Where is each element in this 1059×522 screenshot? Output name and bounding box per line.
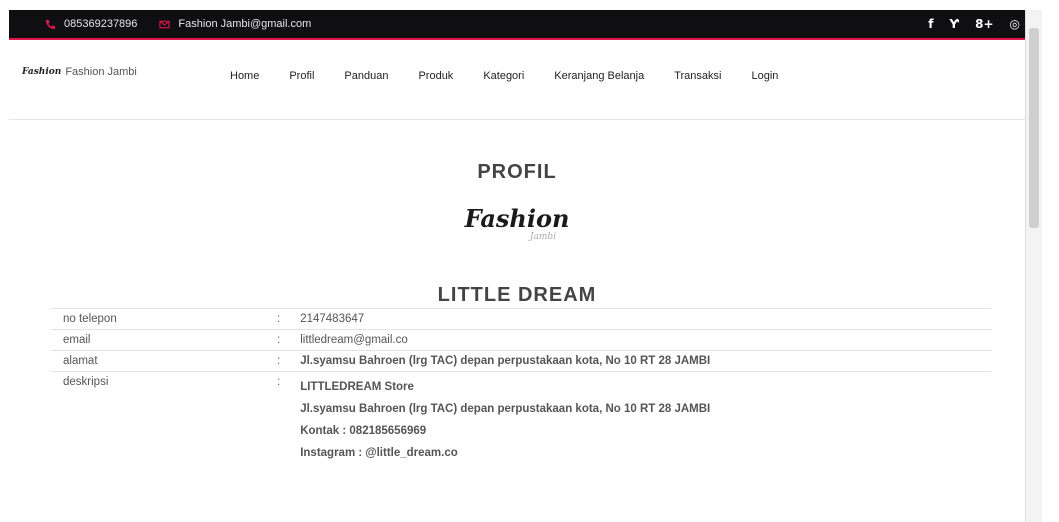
brand-logo: Fashion — [22, 67, 62, 77]
menu-panduan[interactable]: Panduan — [344, 70, 388, 82]
google-plus-icon[interactable]: 8+ — [975, 17, 993, 31]
contact-info: 085369237896 Fashion Jambi@gmail.com — [45, 10, 333, 38]
info-label: alamat — [63, 355, 98, 367]
top-contact-bar: 085369237896 Fashion Jambi@gmail.com f Ƴ… — [9, 10, 1042, 40]
twitter-icon[interactable]: Ƴ — [950, 17, 960, 31]
menu-keranjang-belanja[interactable]: Keranjang Belanja — [554, 70, 644, 82]
menu-transaksi[interactable]: Transaksi — [674, 70, 721, 82]
email-address: Fashion Jambi@gmail.com — [178, 18, 312, 30]
table-row: no telepon : 2147483647 — [51, 308, 991, 330]
info-email-value: littledream@gmail.co — [300, 334, 408, 346]
table-row: email : littledream@gmail.co — [51, 329, 991, 351]
info-separator: : — [277, 334, 281, 346]
brand-name: Fashion Jambi — [65, 66, 137, 78]
info-label: no telepon — [63, 313, 117, 325]
store-info-table: no telepon : 2147483647 email : littledr… — [51, 308, 991, 468]
store-name: LITTLE DREAM — [437, 284, 597, 306]
menu-profil[interactable]: Profil — [289, 70, 314, 82]
description-line: LITTLEDREAM Store — [300, 381, 414, 393]
main-menu: Home Profil Panduan Produk Kategori Kera… — [230, 70, 808, 82]
instagram-icon[interactable]: ◎ — [1010, 17, 1020, 31]
info-separator: : — [277, 376, 281, 388]
table-row: deskripsi : LITTLEDREAM Store Jl.syamsu … — [51, 371, 991, 469]
browser-viewport: 085369237896 Fashion Jambi@gmail.com f Ƴ… — [9, 10, 1042, 522]
facebook-icon[interactable]: f — [928, 17, 933, 31]
main-navbar: Fashion Fashion Jambi Home Profil Pandua… — [9, 42, 1025, 120]
info-label: deskripsi — [63, 376, 109, 388]
menu-login[interactable]: Login — [751, 70, 778, 82]
vertical-scrollbar[interactable] — [1025, 10, 1042, 522]
info-separator: : — [277, 313, 281, 325]
info-separator: : — [277, 355, 281, 367]
info-description-value: LITTLEDREAM Store Jl.syamsu Bahroen (lrg… — [290, 372, 991, 469]
store-logo-line2: Jambi — [529, 232, 557, 242]
info-address-value: Jl.syamsu Bahroen (lrg TAC) depan perpus… — [300, 355, 711, 367]
mail-icon — [159, 20, 171, 28]
info-phone-value: 2147483647 — [300, 313, 365, 325]
phone-contact: 085369237896 — [45, 18, 137, 30]
table-row: alamat : Jl.syamsu Bahroen (lrg TAC) dep… — [51, 350, 991, 372]
description-line: Jl.syamsu Bahroen (lrg TAC) depan perpus… — [300, 403, 711, 415]
store-logo-line1: Fashion — [464, 204, 570, 233]
menu-kategori[interactable]: Kategori — [483, 70, 524, 82]
phone-icon — [45, 19, 56, 29]
store-logo: Fashion Jambi — [9, 204, 1025, 243]
menu-home[interactable]: Home — [230, 70, 259, 82]
page-title: PROFIL — [477, 161, 557, 183]
description-line: Kontak : 082185656969 — [300, 425, 427, 437]
info-label: email — [63, 334, 91, 346]
email-contact: Fashion Jambi@gmail.com — [159, 18, 311, 30]
phone-number: 085369237896 — [64, 18, 138, 30]
description-line: Instagram : @little_dream.co — [300, 447, 458, 459]
brand[interactable]: Fashion Fashion Jambi — [22, 66, 137, 78]
scrollbar-thumb[interactable] — [1029, 28, 1039, 228]
menu-produk[interactable]: Produk — [418, 70, 453, 82]
social-links: f Ƴ 8+ ◎ — [928, 10, 1020, 38]
